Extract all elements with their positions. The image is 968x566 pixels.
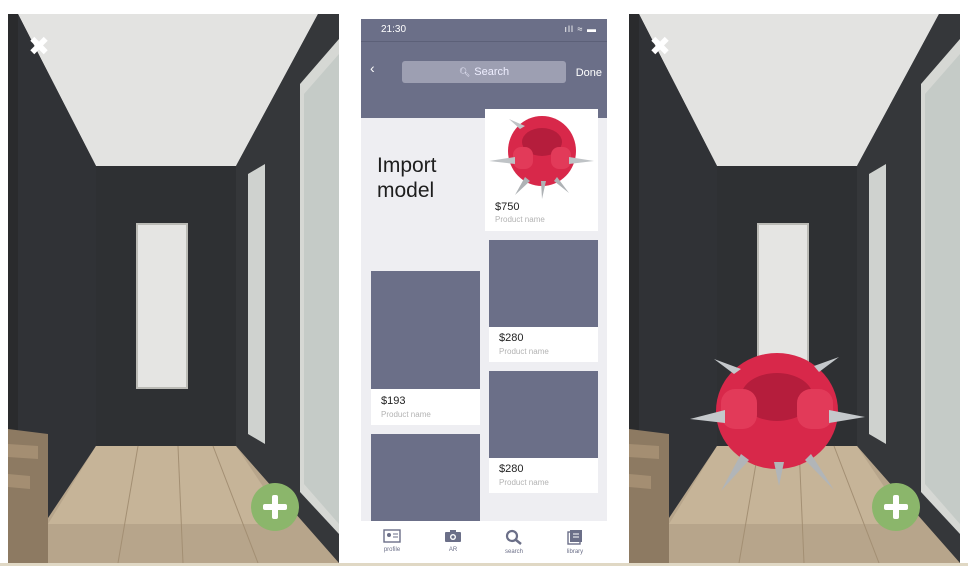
search-input[interactable]: 🔍︎ Search <box>402 61 566 83</box>
tab-profile[interactable]: profile <box>372 529 412 553</box>
product-name: Product name <box>499 478 549 487</box>
close-icon[interactable]: ✖ <box>647 34 673 60</box>
search-placeholder: Search <box>474 66 510 78</box>
tab-search[interactable]: search <box>494 529 534 555</box>
product-image-placeholder <box>489 371 598 458</box>
status-time: 21:30 <box>381 24 407 35</box>
product-card[interactable]: $193 Product name <box>371 271 480 425</box>
search-icon <box>505 529 522 545</box>
import-model-label[interactable]: Import model <box>377 153 477 203</box>
product-image-placeholder <box>489 240 598 327</box>
done-button[interactable]: Done <box>576 67 602 79</box>
empty-room-image <box>8 14 339 563</box>
product-image-chair <box>485 109 598 199</box>
product-card[interactable]: $750 Product name <box>485 109 598 231</box>
product-name: Product name <box>495 215 545 224</box>
product-price: $280 <box>499 332 524 344</box>
product-card[interactable] <box>371 434 480 521</box>
tab-label: library <box>566 549 584 555</box>
search-icon: 🔍︎ <box>458 67 471 77</box>
library-icon <box>567 530 582 545</box>
right-ar-view: ✖ <box>629 14 960 563</box>
profile-icon <box>383 529 401 543</box>
close-icon[interactable]: ✖ <box>26 34 52 60</box>
product-image-placeholder <box>371 271 480 389</box>
camera-icon <box>445 530 461 542</box>
status-bar: 21:30 ıll ≈ ▬ <box>361 19 607 41</box>
phone-screen: 21:30 ıll ≈ ▬ ‹ 🔍︎ Search Done Import mod… <box>361 19 607 566</box>
product-name: Product name <box>381 410 431 419</box>
room-with-chair-image <box>629 14 960 563</box>
add-model-button[interactable] <box>251 483 299 531</box>
tab-bar: profile AR search library <box>361 521 607 566</box>
product-card[interactable]: $280 Product name <box>489 371 598 493</box>
tab-library[interactable]: library <box>555 529 595 555</box>
product-card[interactable]: $280 Product name <box>489 240 598 362</box>
tab-ar[interactable]: AR <box>433 529 473 553</box>
tab-label: profile <box>383 547 401 553</box>
nav-bar: ‹ 🔍︎ Search Done <box>361 41 607 118</box>
tab-label: search <box>504 549 523 555</box>
tab-label: AR <box>448 547 458 553</box>
back-button[interactable]: ‹ <box>370 60 375 76</box>
product-name: Product name <box>499 347 549 356</box>
status-icons: ıll ≈ ▬ <box>564 24 597 34</box>
product-price: $280 <box>499 463 524 475</box>
product-image-placeholder <box>371 434 480 521</box>
product-price: $750 <box>495 201 520 213</box>
add-model-button[interactable] <box>872 483 920 531</box>
left-ar-view: ✖ <box>8 14 339 563</box>
product-price: $193 <box>381 395 406 407</box>
